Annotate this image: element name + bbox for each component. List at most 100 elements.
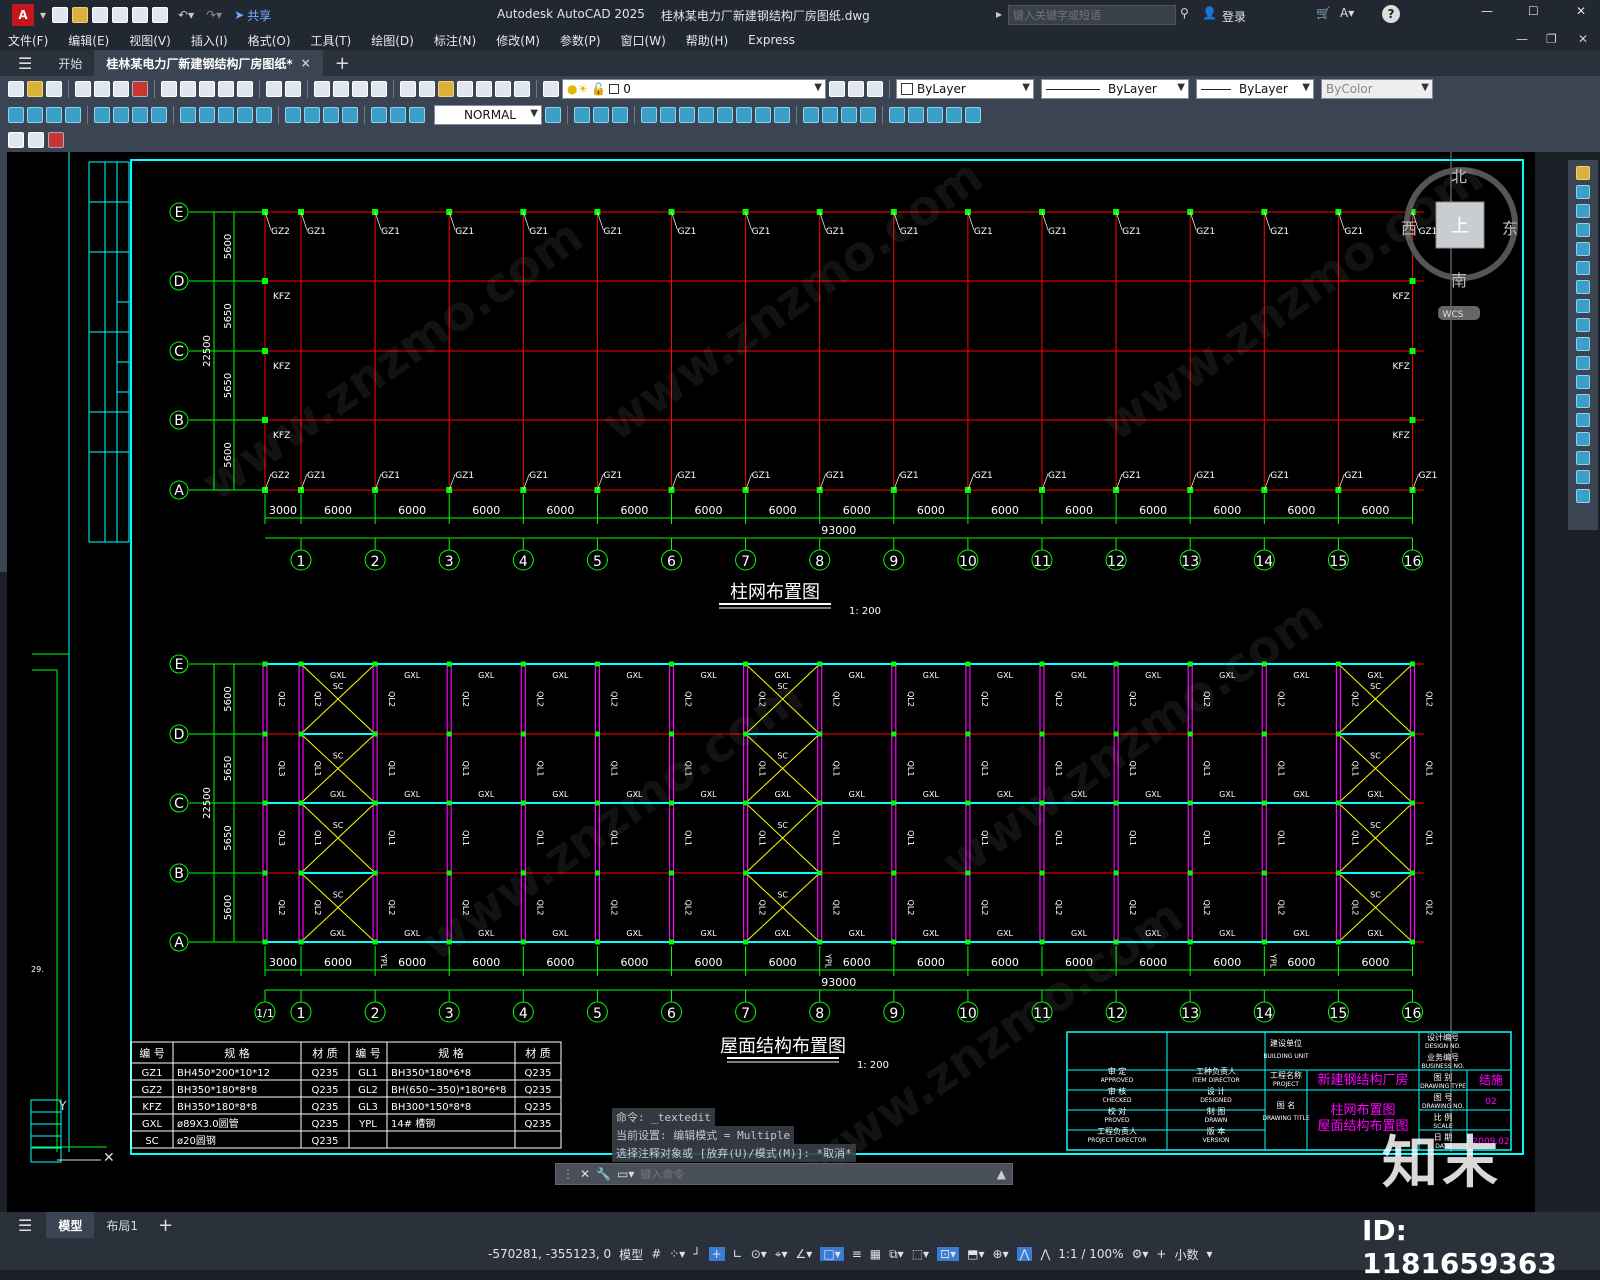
imprint-icon[interactable] — [774, 107, 790, 123]
quick-dim-icon[interactable] — [180, 107, 196, 123]
center-mark-icon[interactable] — [304, 107, 320, 123]
annotation-monitor-icon[interactable]: + — [1156, 1247, 1166, 1261]
3d-osnap-icon[interactable]: ⬚▾ — [912, 1247, 929, 1261]
dim-aligned-icon[interactable] — [27, 107, 43, 123]
autodesk-a-icon[interactable]: A▾ — [1340, 6, 1354, 20]
dim-linear-icon[interactable] — [8, 107, 24, 123]
open-icon[interactable] — [27, 81, 43, 97]
search-icon[interactable]: ⚲ — [1180, 6, 1189, 20]
jog-line-icon[interactable] — [342, 107, 358, 123]
sweep-icon[interactable] — [698, 107, 714, 123]
compass-west[interactable]: 西 — [1401, 219, 1417, 238]
object-snap-tracking-icon[interactable]: ∠▾ — [796, 1247, 813, 1261]
tab-layout1[interactable]: 布局1 — [94, 1212, 150, 1238]
lineweight-toggle-icon[interactable]: ≡ — [852, 1247, 862, 1261]
close-icon[interactable]: ✕ — [1576, 4, 1586, 18]
cut-icon[interactable] — [161, 81, 177, 97]
isodraft-icon[interactable]: ⌖▾ — [775, 1247, 788, 1262]
grip-icon[interactable]: ⋮ — [562, 1167, 574, 1181]
cart-icon[interactable]: 🛒 — [1316, 6, 1331, 20]
chamfer-icon[interactable] — [1576, 432, 1590, 446]
annotation-visibility-icon[interactable]: ⋀ — [1016, 1247, 1033, 1261]
zoom-previous-icon[interactable] — [371, 81, 387, 97]
shell-icon[interactable] — [803, 107, 819, 123]
plot-icon[interactable] — [152, 7, 169, 23]
trim-icon[interactable] — [1576, 337, 1590, 351]
explode-icon[interactable] — [1576, 489, 1590, 503]
image-icon[interactable] — [28, 132, 44, 148]
tab-close-icon[interactable]: × — [301, 56, 311, 70]
app-logo[interactable]: A — [12, 4, 34, 26]
doc-close-icon[interactable]: ✕ — [1578, 32, 1588, 46]
undo-icon[interactable]: ↶▾ — [178, 8, 194, 22]
move-face-icon[interactable] — [889, 107, 905, 123]
menu-file[interactable]: 文件(F) — [8, 32, 48, 49]
union-icon[interactable] — [593, 107, 609, 123]
taper-face-icon[interactable] — [965, 107, 981, 123]
app-menu-arrow-icon[interactable]: ▾ — [40, 8, 46, 22]
maximize-icon[interactable]: ☐ — [1528, 4, 1539, 18]
command-input[interactable] — [640, 1167, 991, 1181]
snap-icon[interactable]: ⁘▾ — [669, 1247, 685, 1261]
qnew-icon[interactable] — [8, 81, 24, 97]
selection-filter-icon[interactable]: ⬒▾ — [967, 1247, 984, 1261]
edit-text-icon[interactable] — [8, 132, 24, 148]
units-dropdown[interactable]: 小数 — [1174, 1246, 1198, 1263]
revolve-icon[interactable] — [679, 107, 695, 123]
workspace-icon[interactable]: ⚙▾ — [1132, 1247, 1149, 1261]
menu-draw[interactable]: 绘图(D) — [371, 32, 414, 49]
web-save-icon[interactable] — [132, 7, 149, 23]
dim-break-icon[interactable] — [256, 107, 272, 123]
menu-insert[interactable]: 插入(I) — [191, 32, 228, 49]
section-icon[interactable] — [736, 107, 752, 123]
match-prop-icon[interactable] — [218, 81, 234, 97]
ortho-icon[interactable]: ∟ — [733, 1247, 743, 1261]
check-icon[interactable] — [860, 107, 876, 123]
offset-icon[interactable] — [1576, 223, 1590, 237]
linetype-dropdown[interactable]: ByLayer ▼ — [1041, 79, 1189, 99]
gizmo-icon[interactable]: ⊕▾ — [993, 1247, 1009, 1261]
preview-icon[interactable] — [94, 81, 110, 97]
add-layout-button[interactable]: + — [158, 1215, 173, 1236]
menu-express[interactable]: Express — [748, 33, 795, 47]
design-center-icon[interactable] — [419, 81, 435, 97]
make-current-icon[interactable] — [829, 81, 845, 97]
view-cube[interactable]: 上 北 南 东 西 WCS — [1401, 167, 1518, 320]
dim-diameter-icon[interactable] — [132, 107, 148, 123]
dynamic-ucs-icon[interactable]: ⊡▾ — [937, 1247, 960, 1261]
zoom-window-icon[interactable] — [352, 81, 368, 97]
rotate-icon[interactable] — [1576, 280, 1590, 294]
menu-edit[interactable]: 编辑(E) — [68, 32, 109, 49]
menu-parameter[interactable]: 参数(P) — [560, 32, 601, 49]
menu-view[interactable]: 视图(V) — [129, 32, 171, 49]
pan-icon[interactable] — [314, 81, 330, 97]
dim-update-icon[interactable] — [409, 107, 425, 123]
markup-icon[interactable] — [476, 81, 492, 97]
polar-icon[interactable]: ⊙▾ — [751, 1247, 767, 1261]
redo-icon[interactable]: ↷▾ — [206, 8, 222, 22]
inspect-icon[interactable] — [323, 107, 339, 123]
cmd-customize-icon[interactable]: 🔧 — [596, 1167, 611, 1181]
help-tool-icon[interactable] — [514, 81, 530, 97]
menu-tools[interactable]: 工具(T) — [311, 32, 352, 49]
properties-icon[interactable] — [400, 81, 416, 97]
tab-start[interactable]: 开始 — [46, 50, 94, 76]
paste-icon[interactable] — [199, 81, 215, 97]
layer-state-icon[interactable] — [867, 81, 883, 97]
save-as-icon[interactable] — [112, 7, 129, 23]
copy-icon[interactable] — [180, 81, 196, 97]
new-tab-button[interactable]: + — [335, 53, 350, 74]
move-icon[interactable] — [1576, 261, 1590, 275]
search-arrow-icon[interactable]: ▸ — [996, 7, 1002, 21]
share-icon[interactable]: ➤ — [234, 8, 244, 22]
tolerance-icon[interactable] — [285, 107, 301, 123]
layer-previous-icon[interactable] — [848, 81, 864, 97]
fillet-icon[interactable] — [1576, 451, 1590, 465]
tool-palette-icon[interactable] — [438, 81, 454, 97]
block-editor-icon[interactable] — [237, 81, 253, 97]
autoscale-icon[interactable]: ⋀ — [1040, 1247, 1050, 1261]
selection-cycling-icon[interactable]: ⧉▾ — [889, 1247, 904, 1262]
dim-arc-icon[interactable] — [46, 107, 62, 123]
share-button[interactable]: 共享 — [247, 7, 271, 24]
annotation-scale[interactable]: 1:1 / 100% — [1058, 1247, 1123, 1261]
